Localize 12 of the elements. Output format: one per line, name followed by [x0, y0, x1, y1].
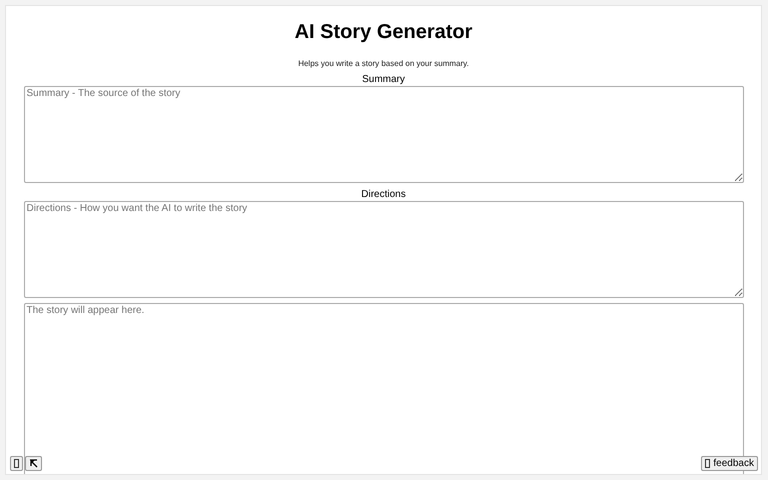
text-area[interactable]: Directions - How you want the AI to write the story: [24, 201, 744, 298]
expand-button[interactable]: [25, 456, 42, 471]
icon-button[interactable]: [10, 456, 23, 471]
page-title: AI Story Generator: [294, 20, 472, 44]
corner-arrow-icon: [29, 459, 38, 468]
field-label: Directions: [361, 189, 406, 201]
box-icon: [14, 459, 19, 468]
field-label: Summary: [362, 74, 405, 86]
box-icon: [705, 459, 710, 468]
text-area[interactable]: Summary - The source of the story: [24, 86, 744, 183]
feedback-button[interactable]: feedback: [701, 456, 758, 471]
subtitle: Helps you write a story based on your summary.: [298, 59, 469, 68]
